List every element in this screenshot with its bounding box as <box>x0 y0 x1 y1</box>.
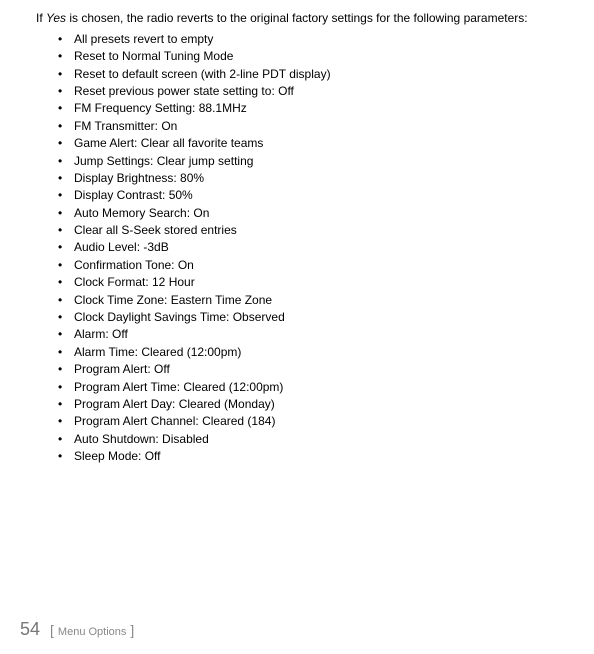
bracket-close: ] <box>130 622 134 638</box>
list-item: FM Frequency Setting: 88.1MHz <box>58 100 574 117</box>
list-item: Auto Memory Search: On <box>58 205 574 222</box>
intro-paragraph: If Yes is chosen, the radio reverts to t… <box>36 10 574 27</box>
list-item: All presets revert to empty <box>58 31 574 48</box>
list-item: Jump Settings: Clear jump setting <box>58 153 574 170</box>
list-item: Display Contrast: 50% <box>58 187 574 204</box>
list-item: Game Alert: Clear all favorite teams <box>58 135 574 152</box>
list-item: Program Alert Channel: Cleared (184) <box>58 413 574 430</box>
list-item: Program Alert: Off <box>58 361 574 378</box>
page-footer: 54 [ Menu Options ] <box>20 619 134 640</box>
list-item: Auto Shutdown: Disabled <box>58 431 574 448</box>
list-item: Alarm Time: Cleared (12:00pm) <box>58 344 574 361</box>
list-item: Alarm: Off <box>58 326 574 343</box>
list-item: Clock Format: 12 Hour <box>58 274 574 291</box>
list-item: Audio Level: -3dB <box>58 239 574 256</box>
list-item: FM Transmitter: On <box>58 118 574 135</box>
intro-prefix: If <box>36 11 46 25</box>
section-name: Menu Options <box>58 626 126 638</box>
list-item: Clear all S-Seek stored entries <box>58 222 574 239</box>
list-item: Reset to Normal Tuning Mode <box>58 48 574 65</box>
factory-reset-list: All presets revert to empty Reset to Nor… <box>36 31 574 466</box>
bracket-open: [ <box>50 622 54 638</box>
list-item: Display Brightness: 80% <box>58 170 574 187</box>
list-item: Clock Time Zone: Eastern Time Zone <box>58 292 574 309</box>
list-item: Sleep Mode: Off <box>58 448 574 465</box>
list-item: Reset to default screen (with 2-line PDT… <box>58 66 574 83</box>
list-item: Clock Daylight Savings Time: Observed <box>58 309 574 326</box>
list-item: Confirmation Tone: On <box>58 257 574 274</box>
list-item: Program Alert Time: Cleared (12:00pm) <box>58 379 574 396</box>
intro-suffix: is chosen, the radio reverts to the orig… <box>66 11 528 25</box>
intro-italic-word: Yes <box>46 11 66 25</box>
page-number: 54 <box>20 619 40 640</box>
list-item: Program Alert Day: Cleared (Monday) <box>58 396 574 413</box>
list-item: Reset previous power state setting to: O… <box>58 83 574 100</box>
